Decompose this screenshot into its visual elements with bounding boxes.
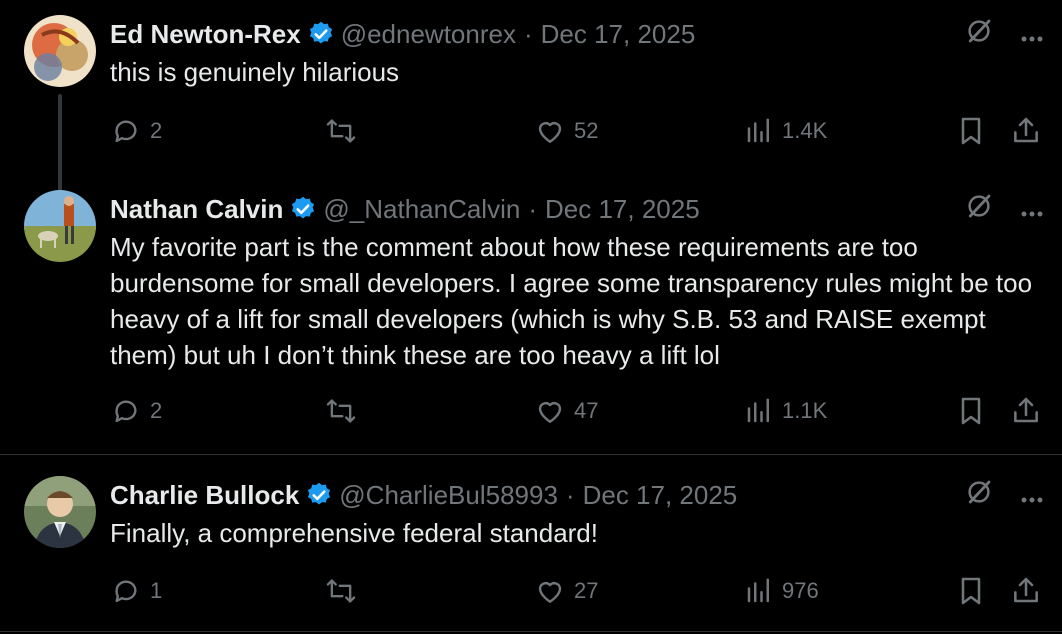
tweet-text: Finally, a comprehensive federal standar…: [110, 518, 598, 548]
reply-count: 2: [150, 398, 163, 423]
like-button[interactable]: 52: [534, 114, 598, 148]
tweet-date[interactable]: Dec 17, 2025: [583, 480, 738, 511]
tweet-date[interactable]: Dec 17, 2025: [545, 194, 700, 225]
tweet-text: this is genuinely hilarious: [110, 57, 400, 87]
bookmark-button[interactable]: [956, 114, 986, 148]
more-icon[interactable]: [1020, 480, 1044, 511]
share-icon: [1010, 575, 1042, 607]
like-count: 27: [574, 578, 599, 603]
views-button[interactable]: 1.4K: [744, 114, 827, 148]
author-handle[interactable]: @CharlieBul58993: [339, 480, 558, 511]
verified-badge-icon: [305, 481, 333, 509]
bookmark-button[interactable]: [956, 394, 986, 428]
author-name[interactable]: Nathan Calvin: [110, 194, 283, 225]
bottom-divider: [0, 631, 1062, 632]
share-button[interactable]: [1010, 114, 1042, 148]
reply-button[interactable]: 2: [110, 394, 162, 428]
retweet-button[interactable]: [324, 394, 358, 428]
verified-badge-icon: [289, 195, 317, 223]
bookmark-icon: [956, 575, 986, 607]
tweet-actions: 1 27 976: [110, 574, 1044, 608]
views-icon: [744, 576, 774, 606]
views-count: 976: [782, 578, 819, 603]
reply-icon: [110, 395, 142, 427]
views-count: 1.4K: [782, 118, 828, 143]
author-name[interactable]: Ed Newton-Rex: [110, 19, 301, 50]
retweet-button[interactable]: [324, 114, 358, 148]
share-icon: [1010, 395, 1042, 427]
reply-button[interactable]: 2: [110, 114, 162, 148]
views-button[interactable]: 1.1K: [744, 394, 827, 428]
like-button[interactable]: 47: [534, 394, 598, 428]
tweet-date[interactable]: Dec 17, 2025: [541, 19, 696, 50]
reply-count: 1: [150, 578, 163, 603]
tweet-divider: [0, 454, 1062, 455]
retweet-icon: [324, 575, 358, 607]
views-count: 1.1K: [782, 398, 828, 423]
separator: ·: [523, 18, 533, 49]
separator: ·: [565, 479, 575, 510]
retweet-icon: [324, 395, 358, 427]
author-name[interactable]: Charlie Bullock: [110, 480, 299, 511]
more-icon[interactable]: [1020, 194, 1044, 225]
like-button[interactable]: 27: [534, 574, 598, 608]
bookmark-button[interactable]: [956, 574, 986, 608]
author-handle[interactable]: @ednewtonrex: [341, 19, 516, 50]
tweet-text: My favorite part is the comment about ho…: [110, 232, 1040, 370]
separator: ·: [528, 193, 537, 224]
tweet-header: Ed Newton-Rex @ednewtonrex · Dec 17, 202…: [110, 16, 1044, 52]
like-icon: [534, 575, 566, 607]
tweet-header: Nathan Calvin @_NathanCalvin · Dec 17, 2…: [110, 191, 1044, 227]
grok-icon[interactable]: [964, 477, 994, 514]
tweet-actions: 2 47 1.1K: [110, 394, 1044, 428]
author-handle[interactable]: @_NathanCalvin: [323, 194, 520, 225]
reply-button[interactable]: 1: [110, 574, 162, 608]
verified-badge-icon: [307, 20, 335, 48]
thread-line: [58, 94, 62, 194]
views-icon: [744, 396, 774, 426]
bookmark-icon: [956, 115, 986, 147]
share-button[interactable]: [1010, 574, 1042, 608]
avatar[interactable]: [24, 15, 96, 87]
avatar[interactable]: [24, 190, 96, 262]
tweet-header: Charlie Bullock @CharlieBul58993 · Dec 1…: [110, 477, 1044, 513]
retweet-icon: [324, 115, 358, 147]
tweet-ed-newton-rex[interactable]: Ed Newton-Rex @ednewtonrex · Dec 17, 202…: [0, 14, 1062, 194]
views-button[interactable]: 976: [744, 574, 819, 608]
tweet-actions: 2 52 1.4K: [110, 114, 1044, 148]
grok-icon[interactable]: [964, 191, 994, 228]
retweet-button[interactable]: [324, 574, 358, 608]
like-icon: [534, 395, 566, 427]
reply-icon: [110, 575, 142, 607]
like-count: 52: [574, 118, 599, 143]
reply-icon: [110, 115, 142, 147]
bookmark-icon: [956, 395, 986, 427]
tweet-nathan-calvin[interactable]: Nathan Calvin @_NathanCalvin · Dec 17, 2…: [0, 189, 1062, 451]
views-icon: [744, 116, 774, 146]
like-icon: [534, 115, 566, 147]
reply-count: 2: [150, 118, 163, 143]
grok-icon[interactable]: [964, 16, 994, 53]
share-icon: [1010, 115, 1042, 147]
avatar[interactable]: [24, 476, 96, 548]
like-count: 47: [574, 398, 599, 423]
more-icon[interactable]: [1020, 19, 1044, 50]
share-button[interactable]: [1010, 394, 1042, 428]
tweet-charlie-bullock[interactable]: Charlie Bullock @CharlieBul58993 · Dec 1…: [0, 475, 1062, 625]
